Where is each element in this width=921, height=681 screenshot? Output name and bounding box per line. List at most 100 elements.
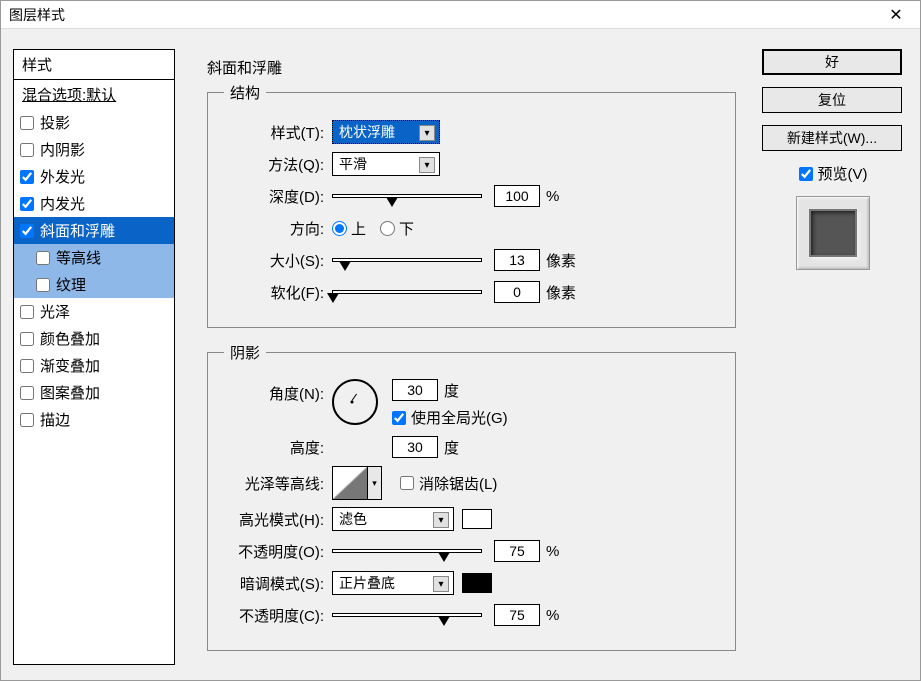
- global-light-checkbox[interactable]: 使用全局光(G): [392, 407, 508, 428]
- structure-legend: 结构: [224, 82, 266, 103]
- styles-list: 样式 混合选项:默认 投影内阴影外发光内发光斜面和浮雕等高线纹理光泽颜色叠加渐变…: [13, 49, 175, 665]
- titlebar: 图层样式 ✕: [1, 1, 920, 29]
- direction-label: 方向:: [224, 218, 324, 239]
- sidebar-item-3[interactable]: 内发光: [14, 190, 174, 217]
- shadow-legend: 阴影: [224, 342, 266, 363]
- blend-options[interactable]: 混合选项:默认: [14, 80, 174, 109]
- depth-unit: %: [546, 188, 559, 205]
- sidebar-item-label: 图案叠加: [40, 382, 100, 403]
- sidebar-item-checkbox[interactable]: [20, 332, 34, 346]
- opacity2-label: 不透明度(C):: [224, 605, 324, 626]
- sidebar-item-label: 内发光: [40, 193, 85, 214]
- soften-label: 软化(F):: [224, 282, 324, 303]
- sidebar-item-checkbox[interactable]: [20, 143, 34, 157]
- sidebar-item-4[interactable]: 斜面和浮雕: [14, 217, 174, 244]
- reset-button[interactable]: 复位: [762, 87, 902, 113]
- preview-thumbnail: [796, 196, 870, 270]
- sidebar-item-label: 光泽: [40, 301, 70, 322]
- chevron-down-icon: ▾: [419, 157, 435, 173]
- sidebar-item-label: 颜色叠加: [40, 328, 100, 349]
- styles-header: 样式: [14, 50, 174, 80]
- opacity1-unit: %: [546, 543, 559, 560]
- sidebar-item-label: 外发光: [40, 166, 85, 187]
- style-value: 枕状浮雕: [339, 122, 395, 142]
- opacity1-input[interactable]: [494, 540, 540, 562]
- shadow-mode-label: 暗调模式(S):: [224, 573, 324, 594]
- sidebar-item-0[interactable]: 投影: [14, 109, 174, 136]
- depth-slider[interactable]: [332, 194, 482, 198]
- sidebar-item-checkbox[interactable]: [20, 305, 34, 319]
- opacity2-slider[interactable]: [332, 613, 482, 617]
- sidebar-item-checkbox[interactable]: [20, 197, 34, 211]
- sidebar-item-7[interactable]: 光泽: [14, 298, 174, 325]
- content-area: 样式 混合选项:默认 投影内阴影外发光内发光斜面和浮雕等高线纹理光泽颜色叠加渐变…: [1, 29, 920, 677]
- angle-dial[interactable]: [332, 379, 378, 425]
- action-panel: 好 复位 新建样式(W)... 预览(V): [758, 49, 908, 665]
- settings-panel: 斜面和浮雕 结构 样式(T): 枕状浮雕 ▾ 方法(Q): 平滑: [175, 49, 758, 665]
- style-select[interactable]: 枕状浮雕 ▾: [332, 120, 440, 144]
- size-input[interactable]: [494, 249, 540, 271]
- sidebar-item-label: 描边: [40, 409, 70, 430]
- style-label: 样式(T):: [224, 122, 324, 143]
- new-style-button[interactable]: 新建样式(W)...: [762, 125, 902, 151]
- sidebar-item-8[interactable]: 颜色叠加: [14, 325, 174, 352]
- gloss-contour-picker[interactable]: ▾: [332, 466, 382, 500]
- sidebar-item-2[interactable]: 外发光: [14, 163, 174, 190]
- sidebar-item-checkbox[interactable]: [20, 116, 34, 130]
- opacity2-input[interactable]: [494, 604, 540, 626]
- size-slider[interactable]: [332, 258, 482, 262]
- opacity1-label: 不透明度(O):: [224, 541, 324, 562]
- sidebar-item-checkbox[interactable]: [20, 386, 34, 400]
- method-label: 方法(Q):: [224, 154, 324, 175]
- altitude-label: 高度:: [224, 437, 324, 458]
- sidebar-item-checkbox[interactable]: [36, 251, 50, 265]
- highlight-color-swatch[interactable]: [462, 509, 492, 529]
- direction-down-radio[interactable]: 下: [380, 218, 414, 239]
- sidebar-item-checkbox[interactable]: [20, 224, 34, 238]
- highlight-mode-select[interactable]: 滤色 ▾: [332, 507, 454, 531]
- shadow-mode-select[interactable]: 正片叠底 ▾: [332, 571, 454, 595]
- contour-preview: [333, 467, 367, 499]
- sidebar-item-6[interactable]: 纹理: [14, 271, 174, 298]
- sidebar-item-checkbox[interactable]: [36, 278, 50, 292]
- sidebar-item-label: 投影: [40, 112, 70, 133]
- soften-slider[interactable]: [332, 290, 482, 294]
- direction-up-radio[interactable]: 上: [332, 218, 366, 239]
- sidebar-item-label: 等高线: [56, 247, 101, 268]
- sidebar-item-label: 纹理: [56, 274, 86, 295]
- sidebar-item-5[interactable]: 等高线: [14, 244, 174, 271]
- angle-unit: 度: [444, 380, 459, 401]
- layer-style-dialog: 图层样式 ✕ 样式 混合选项:默认 投影内阴影外发光内发光斜面和浮雕等高线纹理光…: [0, 0, 921, 681]
- depth-input[interactable]: [494, 185, 540, 207]
- sidebar-item-9[interactable]: 渐变叠加: [14, 352, 174, 379]
- sidebar-item-checkbox[interactable]: [20, 413, 34, 427]
- soften-input[interactable]: [494, 281, 540, 303]
- antialias-checkbox[interactable]: 消除锯齿(L): [400, 473, 497, 494]
- opacity2-unit: %: [546, 607, 559, 624]
- close-icon[interactable]: ✕: [880, 1, 912, 29]
- sidebar-item-label: 内阴影: [40, 139, 85, 160]
- depth-label: 深度(D):: [224, 186, 324, 207]
- shadow-group: 阴影 角度(N): 度 使用全局光(G) 高度:: [207, 342, 736, 651]
- chevron-down-icon: ▾: [419, 125, 435, 141]
- sidebar-item-label: 渐变叠加: [40, 355, 100, 376]
- sidebar-item-checkbox[interactable]: [20, 359, 34, 373]
- ok-button[interactable]: 好: [762, 49, 902, 75]
- method-select[interactable]: 平滑 ▾: [332, 152, 440, 176]
- angle-label: 角度(N):: [224, 379, 324, 404]
- sidebar-item-label: 斜面和浮雕: [40, 220, 115, 241]
- sidebar-item-checkbox[interactable]: [20, 170, 34, 184]
- method-value: 平滑: [339, 154, 367, 174]
- shadow-color-swatch[interactable]: [462, 573, 492, 593]
- sidebar-item-11[interactable]: 描边: [14, 406, 174, 433]
- window-title: 图层样式: [9, 5, 880, 25]
- sidebar-item-10[interactable]: 图案叠加: [14, 379, 174, 406]
- angle-input[interactable]: [392, 379, 438, 401]
- preview-checkbox[interactable]: 预览(V): [762, 163, 904, 184]
- sidebar-item-1[interactable]: 内阴影: [14, 136, 174, 163]
- altitude-input[interactable]: [392, 436, 438, 458]
- soften-unit: 像素: [546, 282, 576, 303]
- opacity1-slider[interactable]: [332, 549, 482, 553]
- highlight-mode-value: 滤色: [339, 509, 367, 529]
- preview-inner: [809, 209, 857, 257]
